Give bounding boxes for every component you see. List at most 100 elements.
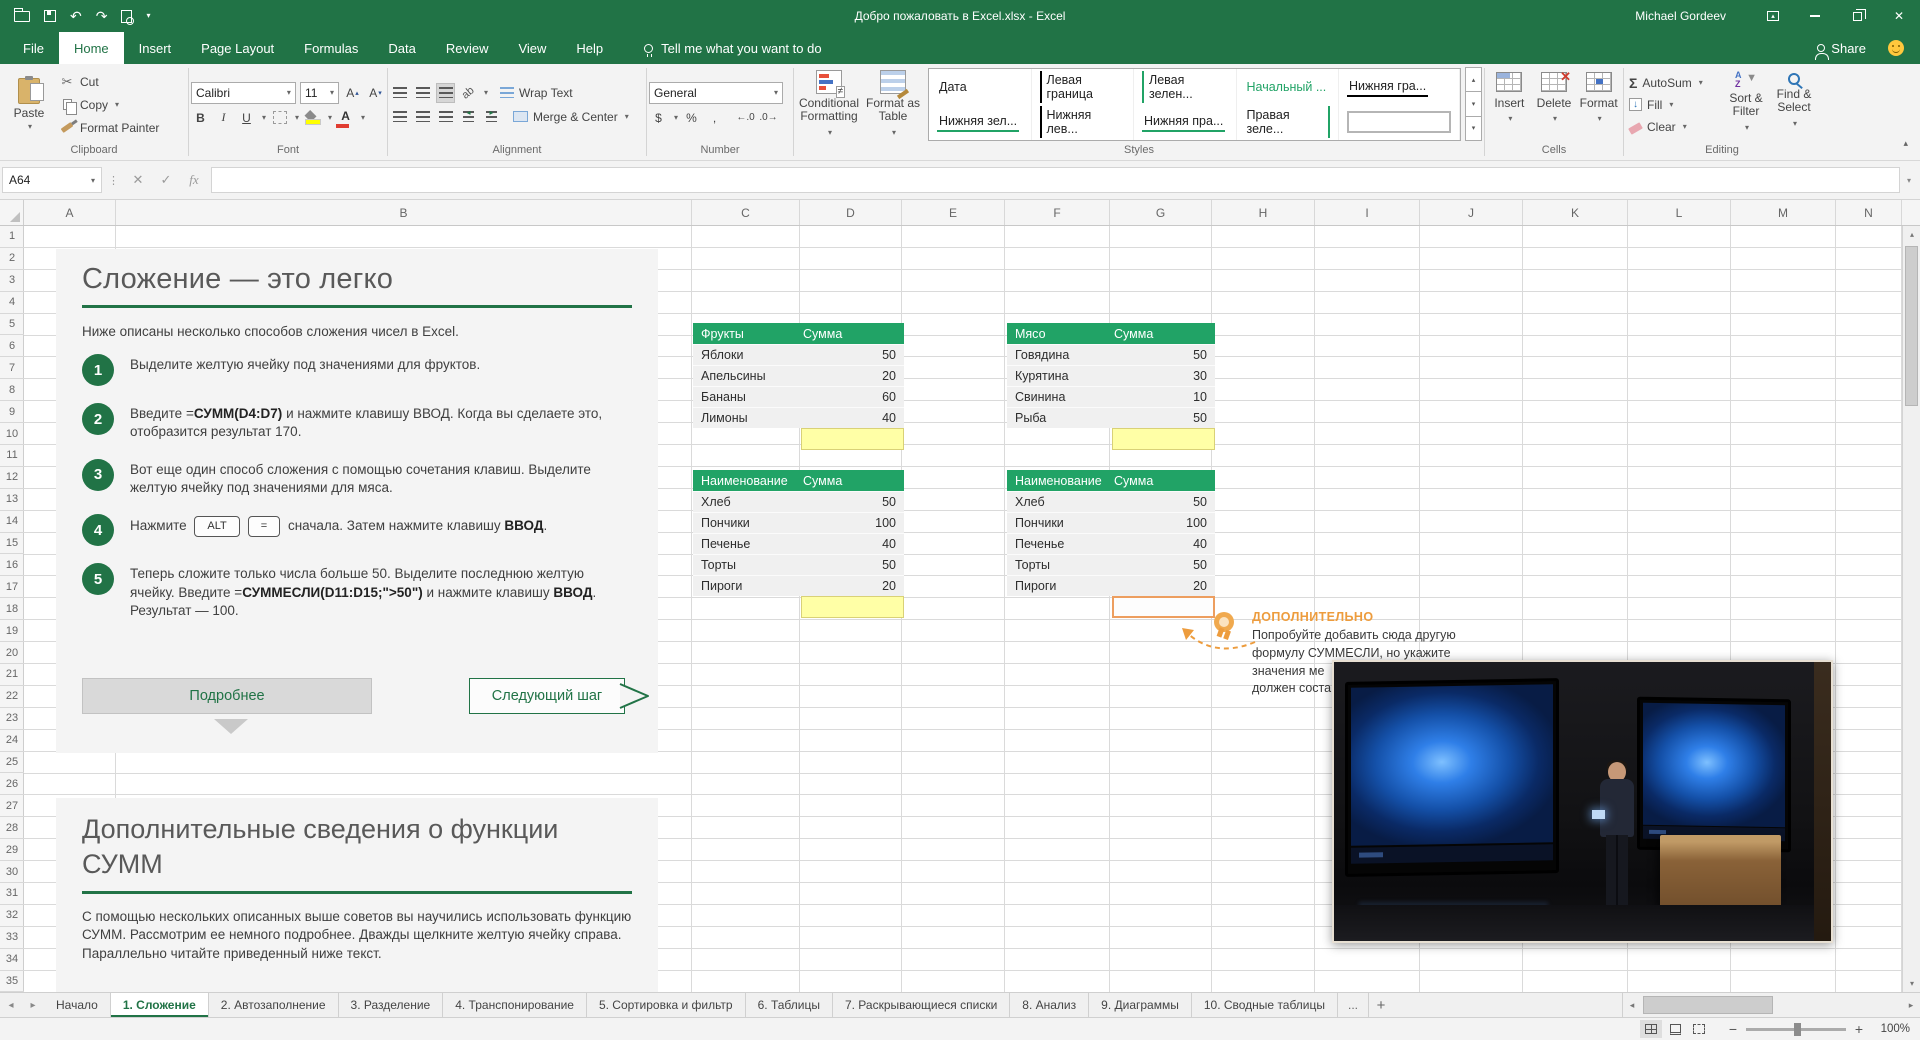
bold-button[interactable]: B xyxy=(191,108,210,128)
find-select-button[interactable]: Find & Select ▾ xyxy=(1770,66,1818,143)
row-header-34[interactable]: 34 xyxy=(0,949,24,971)
insert-cells-button[interactable]: Insert ▾ xyxy=(1487,66,1532,143)
row-header-31[interactable]: 31 xyxy=(0,883,24,905)
more-details-button[interactable]: Подробнее xyxy=(82,678,372,714)
menu-tab-file[interactable]: File xyxy=(8,32,59,64)
enter-entry-icon[interactable]: ✓ xyxy=(153,167,179,193)
menu-tab-data[interactable]: Data xyxy=(373,32,430,64)
formula-expand-icon[interactable]: ▾ xyxy=(1900,176,1918,185)
sheet-tab-9-диаграммы[interactable]: 9. Диаграммы xyxy=(1089,993,1192,1017)
zoom-out-button[interactable]: − xyxy=(1728,1021,1738,1037)
row-header-8[interactable]: 8 xyxy=(0,379,24,401)
items-right-table[interactable]: НаименованиеСуммаХлеб50Пончики100Печенье… xyxy=(1007,470,1215,618)
cancel-entry-icon[interactable]: ✕ xyxy=(125,167,151,193)
font-size-select[interactable]: 11 ▾ xyxy=(300,82,339,104)
row-header-1[interactable]: 1 xyxy=(0,226,24,248)
table-row[interactable]: Пончики100 xyxy=(693,512,904,533)
align-bottom-button[interactable] xyxy=(436,83,455,103)
percent-button[interactable]: % xyxy=(682,108,701,128)
column-header-M[interactable]: M xyxy=(1731,200,1836,225)
select-all-corner[interactable] xyxy=(0,200,24,225)
cell-style-дата[interactable]: Дата xyxy=(929,69,1032,105)
font-family-select[interactable]: Calibri ▾ xyxy=(191,82,296,104)
cell-style-правая-зеле[interactable]: Правая зеле... xyxy=(1237,105,1340,141)
row-header-21[interactable]: 21 xyxy=(0,664,24,686)
hscroll-left-icon[interactable]: ◂ xyxy=(1623,1000,1641,1011)
row-header-22[interactable]: 22 xyxy=(0,686,24,708)
row-header-24[interactable]: 24 xyxy=(0,730,24,752)
menu-tab-page-layout[interactable]: Page Layout xyxy=(186,32,289,64)
table-row[interactable]: Торты50 xyxy=(1007,554,1215,575)
row-header-10[interactable]: 10 xyxy=(0,423,24,445)
column-header-D[interactable]: D xyxy=(800,200,902,225)
column-header-C[interactable]: C xyxy=(692,200,800,225)
meat-table[interactable]: МясоСуммаГовядина50Курятина30Свинина10Ры… xyxy=(1007,323,1215,450)
align-top-button[interactable] xyxy=(390,83,409,103)
row-header-26[interactable]: 26 xyxy=(0,774,24,796)
shrink-font-button[interactable]: A xyxy=(366,83,385,103)
format-cells-button[interactable]: Format ▾ xyxy=(1576,66,1621,143)
insert-function-icon[interactable]: fx xyxy=(181,167,207,193)
cell-style-нижняя-гра[interactable]: Нижняя гра... xyxy=(1339,69,1460,105)
align-center-button[interactable] xyxy=(413,107,432,127)
page-layout-view-button[interactable] xyxy=(1664,1020,1686,1038)
table-row[interactable]: Печенье40 xyxy=(693,533,904,554)
vertical-scroll-thumb[interactable] xyxy=(1905,246,1918,406)
row-header-2[interactable]: 2 xyxy=(0,248,24,270)
gallery-down-icon[interactable]: ▾ xyxy=(1465,91,1482,116)
comma-button[interactable]: , xyxy=(705,108,724,128)
yellow-answer-cell[interactable] xyxy=(1112,428,1215,450)
paste-button[interactable]: Paste ▾ xyxy=(2,66,56,143)
zoom-slider-thumb[interactable] xyxy=(1794,1023,1801,1036)
row-header-6[interactable]: 6 xyxy=(0,336,24,358)
sheet-tab-1-сложение[interactable]: 1. Сложение xyxy=(111,993,209,1017)
row-header-9[interactable]: 9 xyxy=(0,401,24,423)
column-header-B[interactable]: B xyxy=(116,200,692,225)
row-header-18[interactable]: 18 xyxy=(0,598,24,620)
sheet-tab-4-транспонирование[interactable]: 4. Транспонирование xyxy=(443,993,587,1017)
fill-button[interactable]: ↓ Fill ▾ xyxy=(1626,95,1722,115)
borders-button[interactable] xyxy=(270,108,289,128)
customize-qat-icon[interactable]: ▾ xyxy=(146,12,150,20)
underline-caret-icon[interactable]: ▾ xyxy=(262,113,266,122)
selected-answer-cell[interactable] xyxy=(1112,596,1215,618)
cell-style-левая-зелен[interactable]: Левая зелен... xyxy=(1134,69,1237,105)
sheet-tab-5-сортировка-и-фильтр[interactable]: 5. Сортировка и фильтр xyxy=(587,993,746,1017)
sheet-tab-8-анализ[interactable]: 8. Анализ xyxy=(1010,993,1089,1017)
format-painter-button[interactable]: Format Painter xyxy=(56,118,162,138)
increase-decimal-button[interactable]: ←.0 xyxy=(736,108,755,128)
save-icon[interactable] xyxy=(44,10,56,22)
tabs-overflow-button[interactable]: ... xyxy=(1338,993,1369,1017)
delete-cells-button[interactable]: Delete ▾ xyxy=(1532,66,1577,143)
formula-splitter-icon[interactable]: ⋮ xyxy=(102,174,125,187)
print-preview-icon[interactable] xyxy=(121,10,132,23)
yellow-answer-cell[interactable] xyxy=(801,596,904,618)
menu-tab-help[interactable]: Help xyxy=(561,32,618,64)
open-icon[interactable] xyxy=(14,11,30,22)
row-header-29[interactable]: 29 xyxy=(0,839,24,861)
orientation-button[interactable]: ab xyxy=(459,83,478,103)
row-header-14[interactable]: 14 xyxy=(0,511,24,533)
cell-style-нижняя-зел[interactable]: Нижняя зел... xyxy=(929,105,1032,141)
fill-color-button[interactable] xyxy=(303,108,322,128)
clear-button[interactable]: Clear ▾ xyxy=(1626,117,1722,137)
name-box[interactable]: A64 ▾ xyxy=(2,167,102,193)
cell-style-empty[interactable] xyxy=(1339,105,1460,141)
row-header-20[interactable]: 20 xyxy=(0,642,24,664)
row-header-13[interactable]: 13 xyxy=(0,489,24,511)
table-row[interactable]: Пироги20 xyxy=(1007,575,1215,596)
hscroll-thumb[interactable] xyxy=(1643,996,1773,1014)
sheet-tab-10-сводные-таблицы[interactable]: 10. Сводные таблицы xyxy=(1192,993,1338,1017)
undo-icon[interactable]: ↶ xyxy=(70,9,82,23)
row-header-12[interactable]: 12 xyxy=(0,467,24,489)
table-row[interactable]: Хлеб50 xyxy=(693,491,904,512)
column-header-I[interactable]: I xyxy=(1315,200,1420,225)
align-middle-button[interactable] xyxy=(413,83,432,103)
zoom-slider[interactable] xyxy=(1746,1028,1846,1031)
format-as-table-button[interactable]: Format as Table ▾ xyxy=(862,66,924,143)
column-header-K[interactable]: K xyxy=(1523,200,1628,225)
next-step-button[interactable]: Следующий шаг xyxy=(469,678,625,714)
table-row[interactable]: Печенье40 xyxy=(1007,533,1215,554)
feedback-smiley-icon[interactable] xyxy=(1888,40,1904,56)
menu-tab-view[interactable]: View xyxy=(503,32,561,64)
